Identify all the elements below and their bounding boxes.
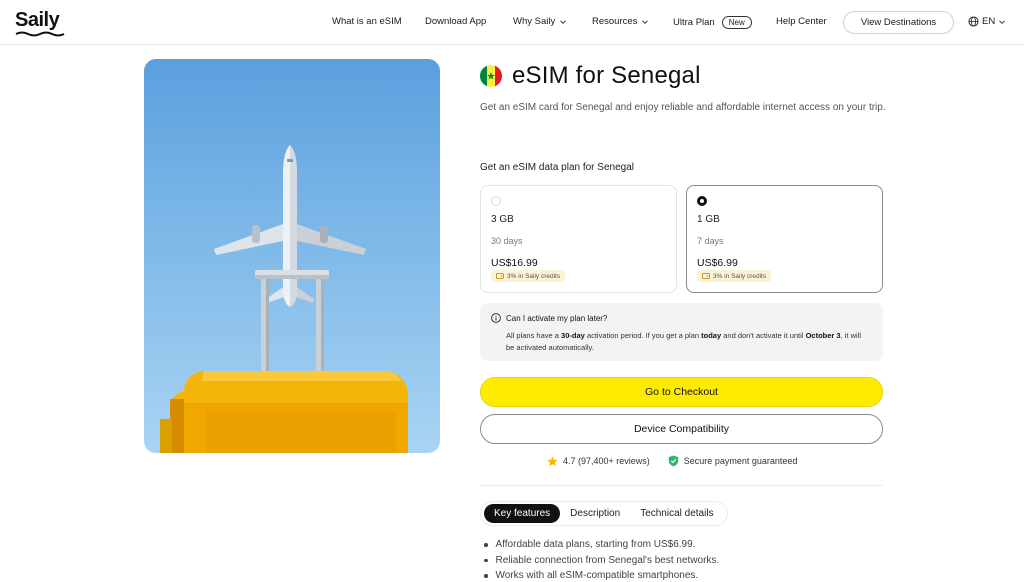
saily-logo[interactable]: Saily xyxy=(15,9,67,37)
view-destinations-button[interactable]: View Destinations xyxy=(843,11,954,34)
star-icon xyxy=(547,455,558,466)
nav-resources[interactable]: Resources xyxy=(592,16,649,27)
plan-size: 1 GB xyxy=(697,214,720,225)
nav-label: Download App xyxy=(425,16,487,27)
shield-check-icon xyxy=(668,455,678,467)
airplane-icon xyxy=(214,145,366,307)
wallet-icon xyxy=(702,273,710,279)
nav-ultra-plan[interactable]: Ultra Plan New xyxy=(673,16,752,29)
info-bold: October 3 xyxy=(805,331,841,340)
info-text: activation period. If you get a plan xyxy=(584,331,702,340)
info-answer: All plans have a 30-day activation perio… xyxy=(506,330,866,354)
device-compatibility-button[interactable]: Device Compatibility xyxy=(480,414,883,444)
list-item: Works with all eSIM-compatible smartphon… xyxy=(484,568,719,582)
nav-why-saily[interactable]: Why Saily xyxy=(513,16,567,27)
info-bold: today xyxy=(701,331,722,340)
plan-card-3gb[interactable]: 3 GB 30 days US$16.99 3% in Saily credit… xyxy=(480,185,677,293)
info-icon xyxy=(491,313,501,323)
credits-label: 3% in Saily credits xyxy=(507,272,561,280)
suitcase xyxy=(160,371,408,453)
nav-label: What is an eSIM xyxy=(332,16,402,27)
list-item: Affordable data plans, starting from US$… xyxy=(484,537,719,553)
plan-validity: 7 days xyxy=(697,236,724,246)
nav-what-is-esim[interactable]: What is an eSIM xyxy=(332,16,402,27)
bullet xyxy=(484,558,488,562)
nav-help-center[interactable]: Help Center xyxy=(776,16,827,27)
plan-radio-selected[interactable] xyxy=(697,196,707,206)
product-subtitle: Get an eSIM card for Senegal and enjoy r… xyxy=(480,102,886,113)
product-title-row: eSIM for Senegal xyxy=(480,62,701,90)
trust-row: 4.7 (97,400+ reviews) Secure payment gua… xyxy=(547,455,797,467)
plan-size: 3 GB xyxy=(491,214,514,225)
language-selector[interactable]: EN xyxy=(968,16,1006,27)
list-item: Reliable connection from Senegal's best … xyxy=(484,553,719,569)
bullet xyxy=(484,543,488,547)
nav-label: Why Saily xyxy=(513,16,556,27)
section-divider xyxy=(480,485,883,486)
chevron-down-icon xyxy=(999,19,1006,24)
airplane-suitcase-illustration xyxy=(160,145,408,453)
feature-text: Reliable connection from Senegal's best … xyxy=(495,554,720,566)
plan-radio[interactable] xyxy=(491,196,501,206)
tab-technical-details[interactable]: Technical details xyxy=(630,504,723,523)
logo-text: Saily xyxy=(15,9,60,31)
chevron-down-icon xyxy=(560,19,567,24)
info-bold: 30-day xyxy=(561,331,585,340)
globe-icon xyxy=(968,16,979,27)
page-title: eSIM for Senegal xyxy=(512,62,701,89)
info-tabs: Key features Description Technical detai… xyxy=(480,501,728,526)
info-question: Can I activate my plan later? xyxy=(506,314,608,323)
plan-validity: 30 days xyxy=(491,236,523,246)
plans-heading: Get an eSIM data plan for Senegal xyxy=(480,162,634,173)
plan-price: US$16.99 xyxy=(491,257,538,269)
rating-text: 4.7 (97,400+ reviews) xyxy=(563,456,650,466)
nav-download-app[interactable]: Download App xyxy=(425,16,486,27)
nav-label: Help Center xyxy=(776,16,827,27)
checkout-button[interactable]: Go to Checkout xyxy=(480,377,883,407)
credits-label: 3% in Saily credits xyxy=(713,272,767,280)
credits-badge: 3% in Saily credits xyxy=(491,270,566,282)
chevron-down-icon xyxy=(642,19,649,24)
site-header: Saily What is an eSIM Download App Why S… xyxy=(0,0,1024,45)
language-label: EN xyxy=(982,16,996,27)
info-text: and don't activate it until xyxy=(721,331,806,340)
key-features-list: Affordable data plans, starting from US$… xyxy=(484,537,719,582)
plan-price: US$6.99 xyxy=(697,257,738,269)
nav-label: Resources xyxy=(592,16,638,27)
feature-text: Works with all eSIM-compatible smartphon… xyxy=(495,570,699,582)
logo-wave-icon xyxy=(15,31,65,37)
activation-info-box: Can I activate my plan later? All plans … xyxy=(480,303,883,361)
wallet-icon xyxy=(496,273,504,279)
senegal-flag-icon xyxy=(480,65,502,87)
tab-description[interactable]: Description xyxy=(560,504,630,523)
info-text: All plans have a xyxy=(506,331,562,340)
bullet xyxy=(484,574,488,578)
tab-key-features[interactable]: Key features xyxy=(484,504,561,523)
credits-badge: 3% in Saily credits xyxy=(697,270,772,282)
hero-image xyxy=(144,59,440,453)
feature-text: Affordable data plans, starting from US$… xyxy=(495,539,696,551)
secure-payment-text: Secure payment guaranteed xyxy=(683,456,798,466)
new-badge: New xyxy=(721,16,752,29)
plan-card-1gb[interactable]: 1 GB 7 days US$6.99 3% in Saily credits xyxy=(686,185,883,293)
nav-label: Ultra Plan xyxy=(673,17,715,28)
